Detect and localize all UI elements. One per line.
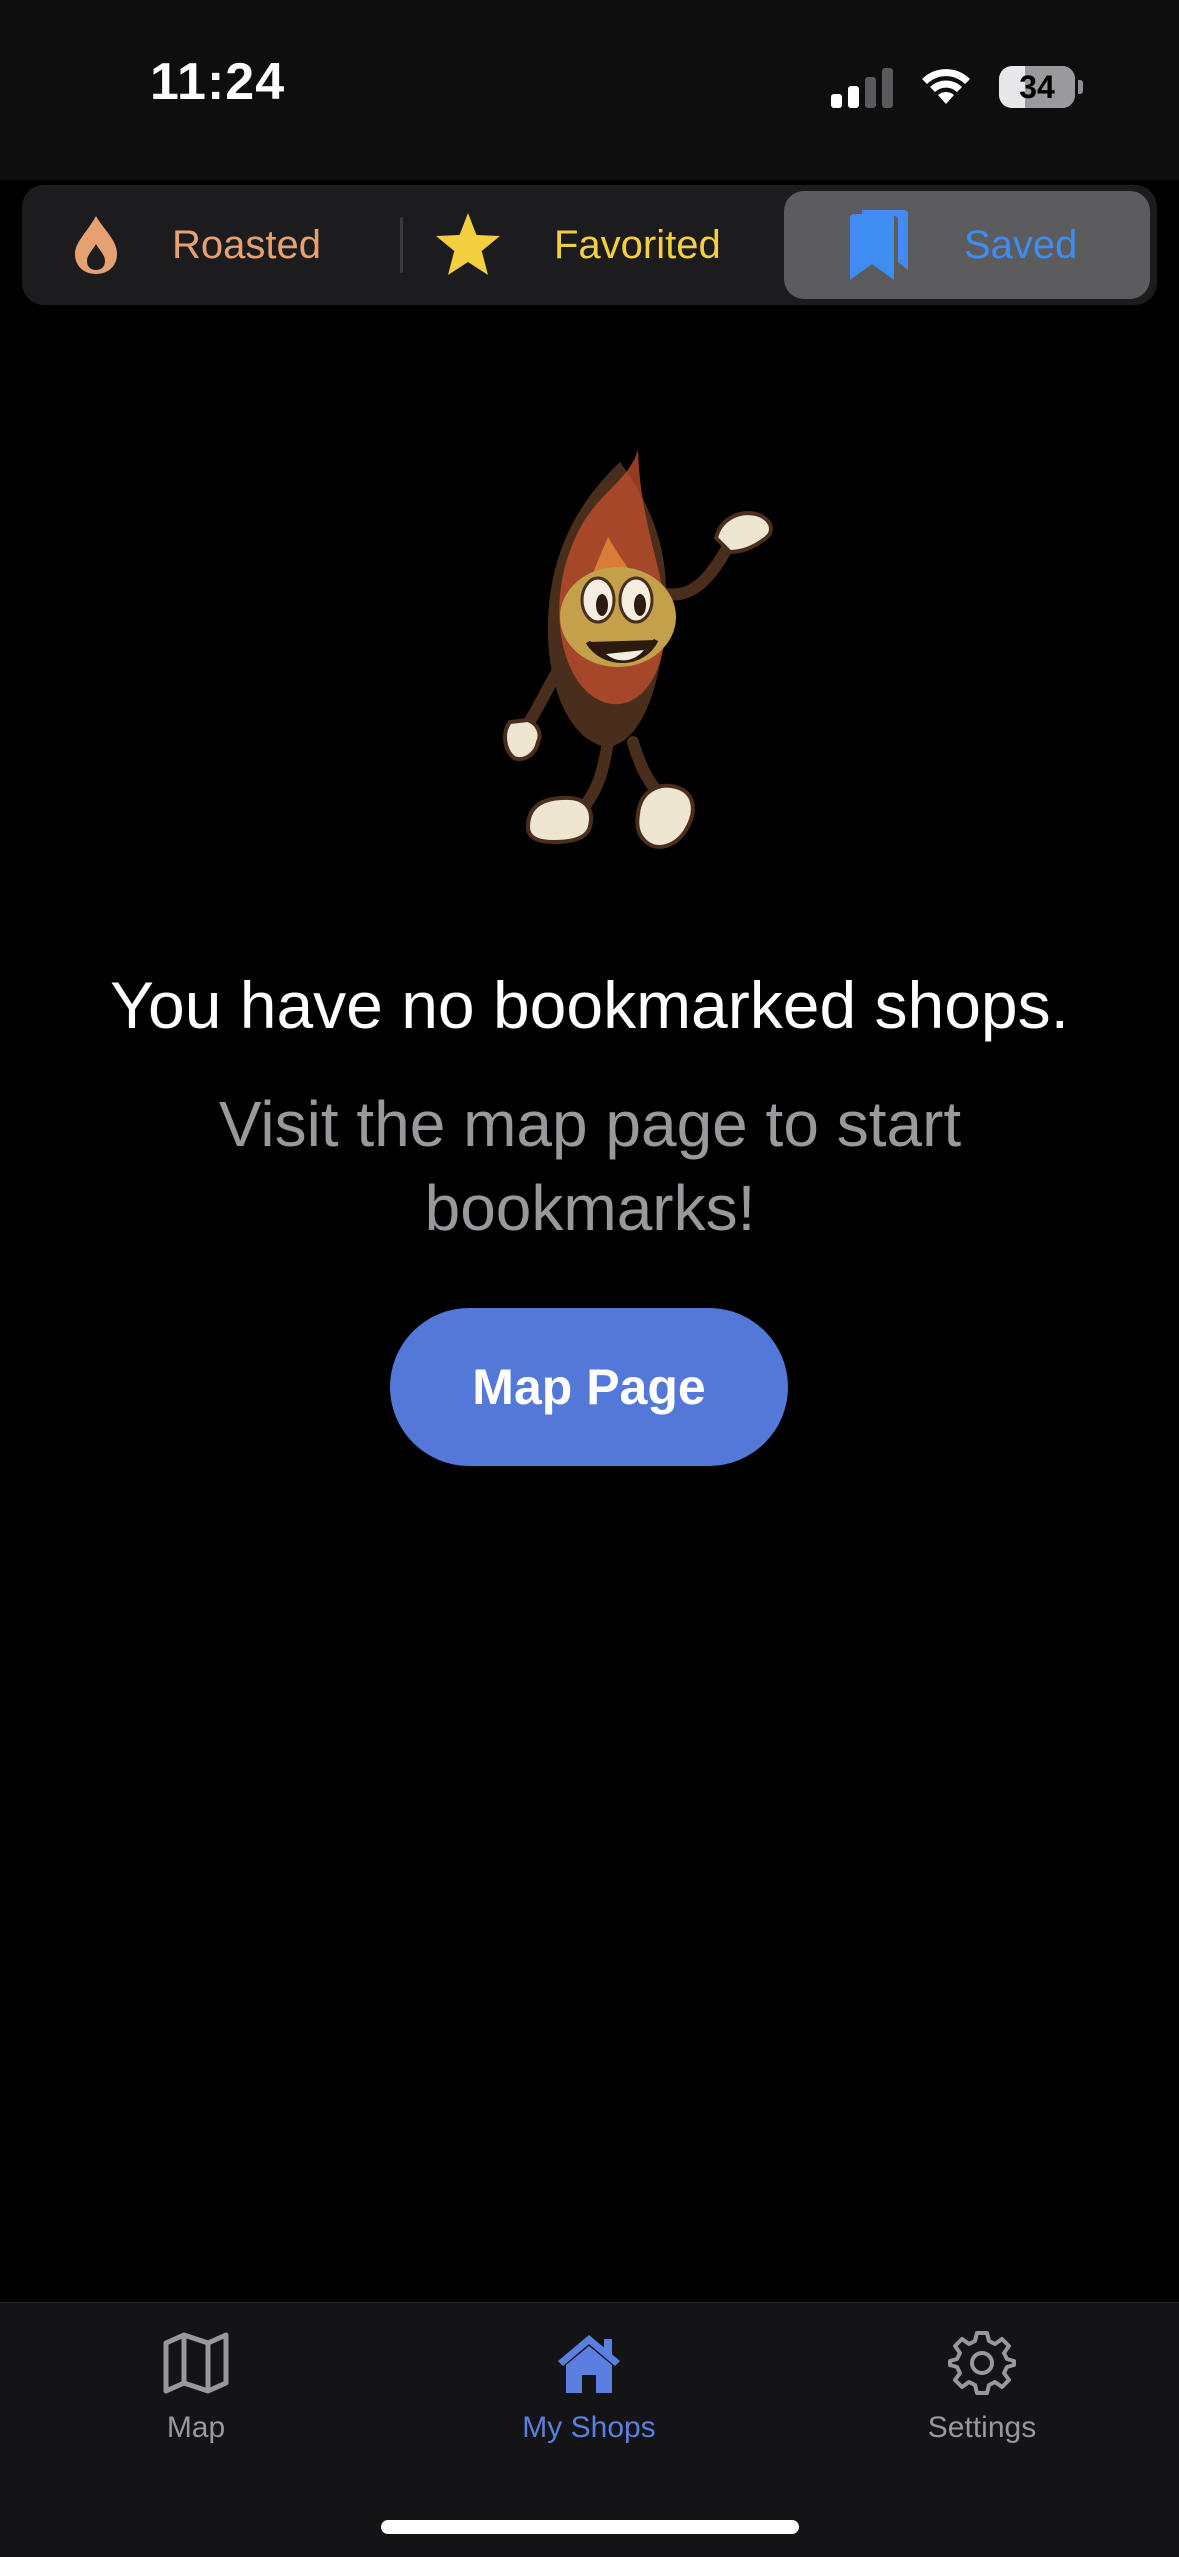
status-time: 11:24: [150, 53, 286, 111]
coffee-bean-mascot: [458, 442, 788, 862]
home-icon: [549, 2323, 629, 2403]
battery-icon: 34: [999, 66, 1083, 108]
tab-roasted[interactable]: Roasted: [60, 191, 390, 299]
tab-map[interactable]: Map: [66, 2323, 326, 2473]
battery-level: 34: [1019, 68, 1055, 105]
tab-my-shops[interactable]: My Shops: [459, 2323, 719, 2473]
tab-favorited-label: Favorited: [554, 222, 721, 267]
cellular-signal-icon: [831, 66, 893, 108]
flame-icon: [60, 209, 132, 281]
shop-filter-segmented-control: Roasted Favorited Saved: [22, 185, 1157, 305]
tab-roasted-label: Roasted: [172, 222, 321, 267]
empty-state-subtitle: Visit the map page to start bookmarks!: [218, 1088, 962, 1244]
tab-settings-label: Settings: [927, 2411, 1037, 2444]
tab-saved[interactable]: Saved: [784, 191, 1150, 299]
bottom-tab-bar: Map My Shops Settings: [0, 2302, 1179, 2557]
status-icons: 34: [831, 62, 1083, 112]
wifi-icon: [919, 64, 973, 111]
empty-state-title: You have no bookmarked shops.: [110, 968, 1069, 1042]
map-page-button[interactable]: Map Page: [390, 1308, 788, 1466]
status-bar: 11:24 34: [0, 0, 1179, 180]
tab-map-label: Map: [166, 2411, 226, 2444]
saved-shops-content: You have no bookmarked shops. Visit the …: [0, 312, 1179, 2302]
tab-favorited[interactable]: Favorited: [432, 191, 782, 299]
segment-divider: [400, 217, 403, 273]
star-icon: [432, 209, 504, 281]
gear-icon: [942, 2323, 1022, 2403]
bookmark-icon: [842, 209, 914, 281]
tab-my-shops-label: My Shops: [522, 2411, 656, 2444]
tab-settings[interactable]: Settings: [852, 2323, 1112, 2473]
home-indicator: [381, 2520, 799, 2534]
tab-saved-label: Saved: [964, 222, 1078, 267]
map-icon: [156, 2323, 236, 2403]
